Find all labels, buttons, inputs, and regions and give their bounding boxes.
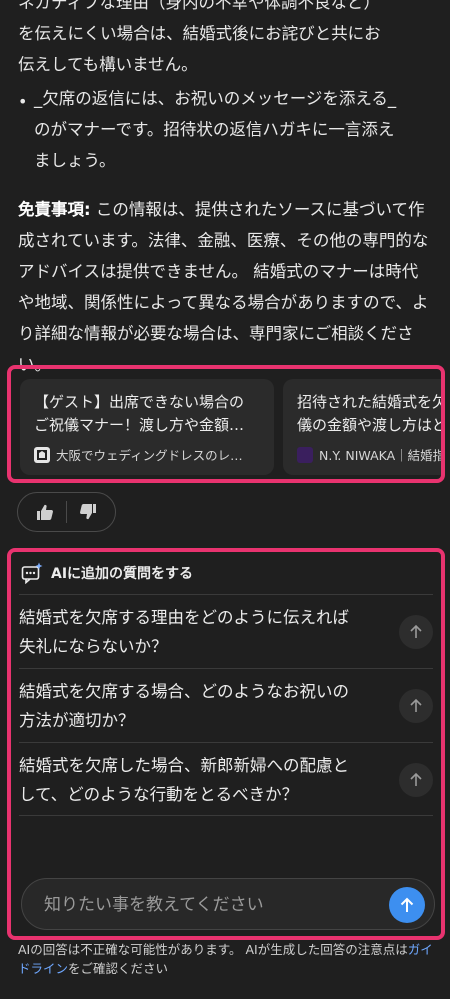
arrow-up-icon	[410, 698, 422, 712]
source-site: 大阪でウェディングドレスのレ…	[34, 445, 260, 464]
question-submit-button[interactable]	[399, 615, 433, 649]
source-site-name: 大阪でウェディングドレスのレ…	[56, 448, 243, 463]
thumbs-up-icon	[37, 504, 53, 520]
source-site-name: N.Y. NIWAKA｜結婚指	[319, 448, 445, 463]
question-submit-button[interactable]	[399, 763, 433, 797]
like-button[interactable]	[32, 499, 58, 525]
suggested-question[interactable]: 結婚式を欠席した場合、新郎新婦への配慮と して、どのような行動をとるべきか？	[19, 742, 433, 816]
send-button[interactable]	[389, 887, 425, 923]
answer-bullet: _欠席の返信には、お祝いのメッセージを添える_ のがマナーです。招待状の返信ハガ…	[34, 89, 397, 170]
thumbs-down-icon	[80, 504, 96, 520]
arrow-up-icon	[410, 624, 422, 638]
question-text: 結婚式を欠席した場合、新郎新婦への配慮と して、どのような行動をとるべきか？	[19, 756, 349, 804]
ai-followup-header: AIに追加の質問をする	[21, 562, 193, 584]
site-favicon-icon	[34, 446, 50, 463]
ai-followup-title: AIに追加の質問をする	[51, 566, 194, 582]
source-site: N.Y. NIWAKA｜結婚指	[297, 445, 445, 464]
disclaimer-block: 免責事項: この情報は、提供されたソースに基づいて作成されています。法律、金融、…	[18, 194, 434, 380]
ai-question-input-box	[21, 878, 435, 930]
ai-followup-panel: AIに追加の質問をする 結婚式を欠席する理由をどのように伝えれば 失礼にならない…	[7, 548, 445, 940]
ai-disclaimer-footer: AIの回答は不正確な可能性があります。 AIが生成した回答の注意点はガイドライン…	[18, 940, 438, 978]
arrow-up-icon	[410, 772, 422, 786]
sources-carousel: 【ゲスト】出席できない場合の ご祝儀マナー！渡し方や金額… 大阪でウェディングド…	[7, 365, 445, 483]
footer-text-end: をご確認ください	[68, 961, 169, 976]
suggested-question[interactable]: 結婚式を欠席する理由をどのように伝えれば 失礼にならないか？	[19, 594, 433, 668]
question-submit-button[interactable]	[399, 689, 433, 723]
answer-paragraph: ネガティブな理由（身内の不幸や体調不良など） を伝えにくい場合は、結婚式後にお詫…	[18, 0, 381, 74]
disclaimer-label: 免責事項:	[18, 200, 91, 219]
feedback-pill	[17, 492, 116, 532]
source-title: 【ゲスト】出席できない場合の ご祝儀マナー！渡し方や金額…	[34, 393, 245, 434]
ai-question-input[interactable]	[44, 891, 384, 919]
footer-text: AIの回答は不正確な可能性があります。 AIが生成した回答の注意点は	[18, 942, 408, 957]
bullet-dot: •	[18, 92, 28, 111]
question-text: 結婚式を欠席する理由をどのように伝えれば 失礼にならないか？	[19, 608, 349, 656]
site-favicon-icon	[297, 446, 313, 463]
ai-chat-sparkle-icon	[21, 562, 43, 584]
disclaimer-text: この情報は、提供されたソースに基づいて作成されています。法律、金融、医療、その他…	[18, 200, 429, 374]
feedback-divider	[66, 501, 67, 523]
dislike-button[interactable]	[75, 499, 101, 525]
source-card[interactable]: 招待された結婚式を欠 儀の金額や渡し方はど N.Y. NIWAKA｜結婚指	[283, 379, 445, 475]
source-card[interactable]: 【ゲスト】出席できない場合の ご祝儀マナー！渡し方や金額… 大阪でウェディングド…	[20, 379, 274, 475]
source-title: 招待された結婚式を欠 儀の金額や渡し方はど	[297, 393, 445, 434]
arrow-up-icon	[400, 897, 414, 912]
suggested-question[interactable]: 結婚式を欠席する場合、どのようなお祝いの 方法が適切か？	[19, 668, 433, 742]
question-text: 結婚式を欠席する場合、どのようなお祝いの 方法が適切か？	[19, 682, 349, 730]
